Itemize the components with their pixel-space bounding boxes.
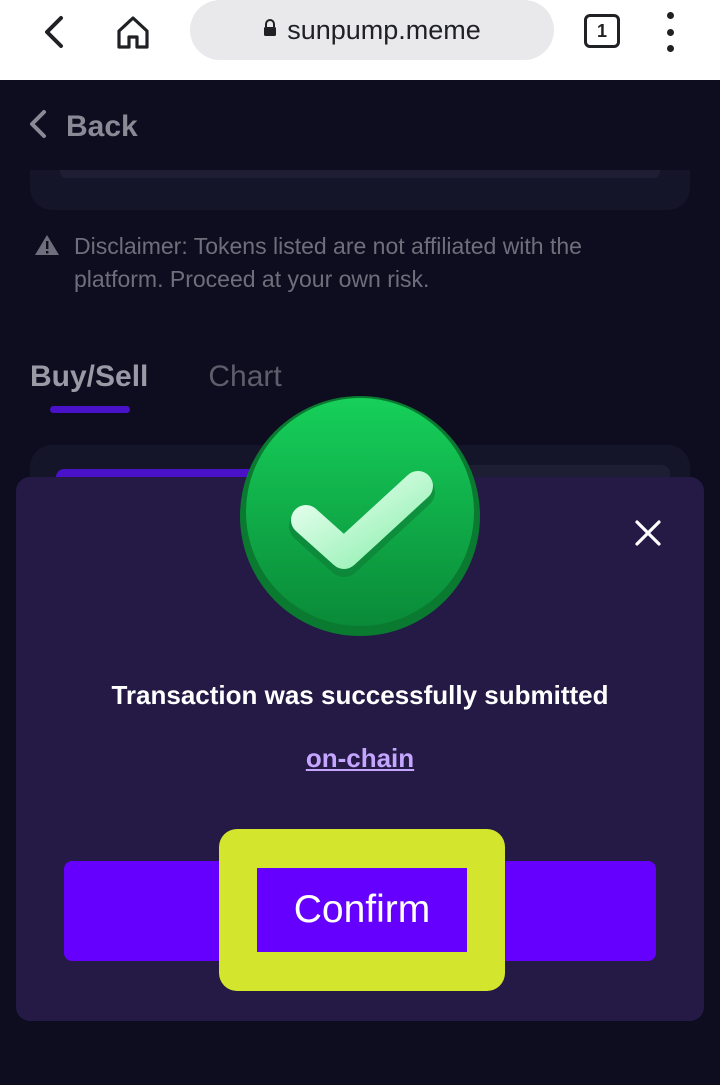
warning-icon	[34, 233, 60, 296]
back-button[interactable]: Back	[28, 108, 138, 145]
tab-bar: Buy/Sell Chart	[30, 360, 282, 394]
more-vert-icon[interactable]	[660, 12, 680, 52]
tab-switcher-button[interactable]: 1	[584, 14, 620, 48]
disclaimer: Disclaimer: Tokens listed are not affili…	[34, 230, 634, 296]
url-text: sunpump.meme	[287, 14, 481, 45]
dialog-title: Transaction was successfully submitted	[111, 680, 609, 710]
close-icon[interactable]	[628, 513, 668, 553]
tab-chart[interactable]: Chart	[208, 360, 281, 394]
tab-buy-sell[interactable]: Buy/Sell	[30, 360, 148, 394]
browser-toolbar: sunpump.meme 1	[0, 0, 720, 80]
success-check-icon	[240, 396, 480, 636]
confirm-button[interactable]: Confirm	[257, 868, 467, 952]
active-tab-indicator	[50, 406, 130, 413]
address-bar[interactable]: sunpump.meme	[190, 0, 554, 60]
on-chain-link[interactable]: on-chain	[16, 743, 704, 774]
lock-icon	[263, 18, 277, 42]
back-arrow-icon[interactable]	[32, 10, 76, 54]
back-label: Back	[66, 109, 138, 143]
home-icon[interactable]	[111, 10, 155, 54]
chevron-left-icon	[28, 108, 48, 145]
disclaimer-text: Disclaimer: Tokens listed are not affili…	[74, 233, 582, 292]
token-card	[30, 170, 690, 210]
